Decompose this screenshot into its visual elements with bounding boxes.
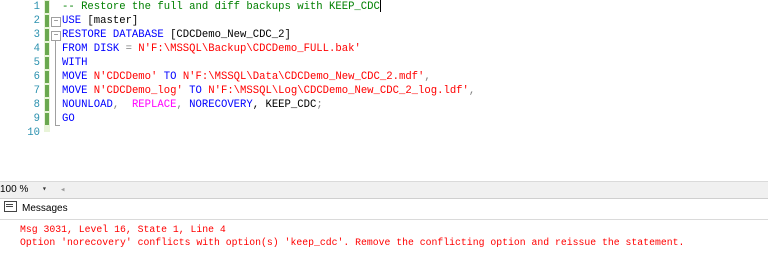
code-line[interactable]: 9 GO <box>0 112 768 126</box>
code-token: WITH <box>62 57 88 69</box>
code-text: FROM DISK = N'F:\MSSQL\Backup\CDCDemo_FU… <box>62 42 361 56</box>
fold-toggle-use[interactable]: − <box>51 17 61 27</box>
line-number: 3 <box>33 29 40 41</box>
fold-region-end <box>55 125 60 126</box>
results-pane: Messages Msg 3031, Level 16, State 1, Li… <box>0 198 768 260</box>
editor-status-bar: 100 % ▾ ◂ <box>0 181 768 198</box>
code-line[interactable]: 8 NOUNLOAD, REPLACE, NORECOVERY, KEEP_CDC… <box>0 98 768 112</box>
line-number: 4 <box>33 43 40 55</box>
code-token: NOUNLOAD <box>62 99 113 111</box>
line-number: 7 <box>33 85 40 97</box>
code-token: N'CDCDemo' <box>93 71 158 83</box>
code-token: = <box>119 43 139 55</box>
code-token: TO <box>157 71 183 83</box>
code-line[interactable]: 2 USE [master] <box>0 14 768 28</box>
code-token: MOVE <box>62 71 88 83</box>
code-token: , KEEP_CDC <box>252 99 317 111</box>
code-token: -- Restore the full and diff backups wit… <box>62 1 380 13</box>
code-token: , <box>112 99 132 111</box>
error-message-text: Option 'norecovery' conflicts with optio… <box>20 237 685 248</box>
code-token: N'F:\MSSQL\Log\CDCDemo_New_CDC_2_log.ldf… <box>208 85 469 97</box>
code-line[interactable]: 4 FROM DISK = N'F:\MSSQL\Backup\CDCDemo_F… <box>0 42 768 56</box>
code-text: USE [master] <box>62 14 138 28</box>
line-number: 10 <box>27 127 40 139</box>
tab-messages[interactable]: Messages <box>0 201 74 217</box>
code-line[interactable]: 6 MOVE N'CDCDemo' TO N'F:\MSSQL\Data\CDCD… <box>0 70 768 84</box>
code-token: NORECOVERY <box>189 99 253 111</box>
code-token: USE <box>62 15 82 27</box>
code-token: RESTORE DATABASE <box>62 29 164 41</box>
code-token: MOVE <box>62 85 88 97</box>
code-token: REPLACE <box>131 99 177 111</box>
fold-region-line <box>55 41 56 125</box>
tab-divider <box>0 219 768 220</box>
code-text: WITH <box>62 56 87 70</box>
code-token: [CDCDemo_New_CDC_2] <box>163 29 291 41</box>
code-token: FROM DISK <box>62 43 120 55</box>
text-cursor <box>379 0 381 13</box>
code-line[interactable]: 1 -- Restore the full and diff backups wi… <box>0 0 768 14</box>
code-token: , <box>176 99 190 111</box>
fold-toggle-restore[interactable]: − <box>51 31 61 41</box>
code-token: GO <box>62 113 75 125</box>
code-line[interactable]: 3 RESTORE DATABASE [CDCDemo_New_CDC_2] <box>0 28 768 42</box>
code-text: NOUNLOAD, REPLACE, NORECOVERY, KEEP_CDC; <box>62 98 323 112</box>
code-token: [master] <box>81 15 139 27</box>
code-text: RESTORE DATABASE [CDCDemo_New_CDC_2] <box>62 28 291 42</box>
code-token: ; <box>316 99 323 111</box>
zoom-level[interactable]: 100 % <box>0 183 28 197</box>
code-line[interactable]: 5 WITH <box>0 56 768 70</box>
code-line[interactable]: 7 MOVE N'CDCDemo_log' TO N'F:\MSSQL\Log\C… <box>0 84 768 98</box>
code-token: N'CDCDemo_log' <box>93 85 183 97</box>
tab-messages-label: Messages <box>22 203 68 214</box>
error-message-header: Msg 3031, Level 16, State 1, Line 4 <box>20 224 226 235</box>
line-number: 2 <box>33 15 40 27</box>
messages-icon <box>4 201 17 212</box>
code-token: , <box>468 85 476 97</box>
code-token: N'F:\MSSQL\Backup\CDCDemo_FULL.bak' <box>138 43 361 55</box>
line-number: 9 <box>33 113 40 125</box>
code-line[interactable]: 10 <box>0 126 768 140</box>
code-text: MOVE N'CDCDemo' TO N'F:\MSSQL\Data\CDCDe… <box>62 70 431 84</box>
zoom-dropdown-icon[interactable]: ▾ <box>42 183 47 197</box>
code-token: N'F:\MSSQL\Data\CDCDemo_New_CDC_2.mdf' <box>182 71 425 83</box>
line-number: 5 <box>33 57 40 69</box>
query-editor[interactable]: 1 -- Restore the full and diff backups wi… <box>0 0 768 181</box>
code-text: GO <box>62 112 75 126</box>
line-number: 6 <box>33 71 40 83</box>
line-number: 8 <box>33 99 40 111</box>
code-text: -- Restore the full and diff backups wit… <box>62 0 381 14</box>
code-token: TO <box>182 85 209 97</box>
code-text: MOVE N'CDCDemo_log' TO N'F:\MSSQL\Log\CD… <box>62 84 475 98</box>
scroll-left-icon[interactable]: ◂ <box>60 183 65 197</box>
line-number: 1 <box>33 1 40 13</box>
code-token: , <box>424 71 431 83</box>
